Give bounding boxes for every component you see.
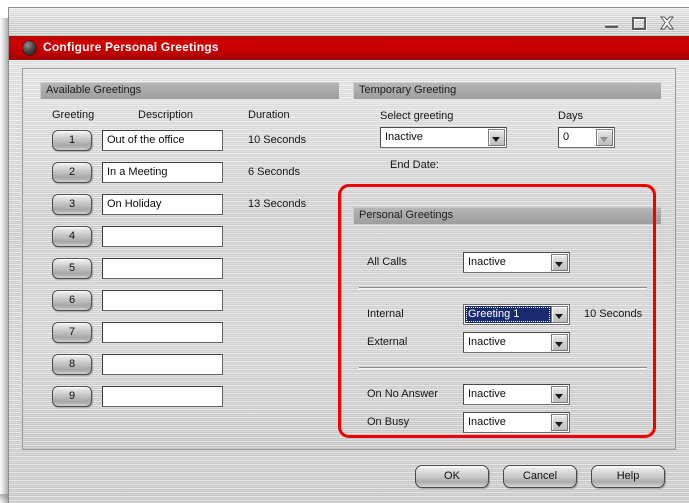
temporary-greeting-header: Temporary Greeting (353, 82, 661, 99)
all-calls-value: Inactive (468, 256, 506, 268)
chevron-down-icon[interactable] (488, 129, 505, 146)
greeting-description-input[interactable] (102, 290, 223, 311)
chevron-down-icon[interactable] (596, 129, 613, 146)
window-controls (604, 16, 675, 31)
greeting-number-button[interactable]: 2 (52, 162, 92, 183)
all-calls-combobox[interactable]: Inactive (463, 252, 570, 273)
ok-button[interactable]: OK (415, 465, 489, 488)
column-header-greeting: Greeting (52, 109, 95, 121)
close-icon[interactable] (659, 16, 675, 31)
greeting-number-button[interactable]: 5 (52, 258, 92, 279)
page-title: Configure Personal Greetings (43, 40, 219, 54)
days-combobox[interactable]: 0 (558, 127, 615, 148)
chevron-down-icon[interactable] (551, 334, 568, 351)
on-busy-value: Inactive (468, 416, 506, 428)
personal-greetings-title: Personal Greetings (359, 209, 454, 221)
available-greetings-header: Available Greetings (40, 82, 339, 99)
column-header-duration: Duration (248, 109, 290, 121)
greeting-number-button[interactable]: 8 (52, 354, 92, 375)
select-greeting-combobox[interactable]: Inactive (380, 127, 507, 148)
internal-combobox[interactable]: Greeting 1 (463, 304, 570, 325)
end-date-label: End Date: (390, 159, 439, 171)
external-value: Inactive (468, 336, 506, 348)
greeting-number-button[interactable]: 1 (52, 130, 92, 151)
content-panel: Available Greetings Greeting Description… (22, 68, 676, 450)
greeting-description-input[interactable]: Out of the office (102, 130, 223, 151)
personal-greetings-group: Personal Greetings All Calls Inactive In… (353, 207, 661, 437)
on-no-answer-combobox[interactable]: Inactive (463, 384, 570, 405)
maximize-icon[interactable] (632, 17, 646, 30)
internal-label: Internal (367, 308, 404, 320)
greeting-number-button[interactable]: 7 (52, 322, 92, 343)
temporary-greeting-title: Temporary Greeting (359, 84, 457, 96)
chevron-down-icon[interactable] (551, 414, 568, 431)
divider-1 (359, 287, 647, 288)
greeting-description-input[interactable] (102, 226, 223, 247)
help-button[interactable]: Help (591, 465, 665, 488)
greeting-number-button[interactable]: 3 (52, 194, 92, 215)
greeting-description-input[interactable] (102, 322, 223, 343)
dialog-window: Configure Personal Greetings Available G… (9, 8, 689, 503)
external-label: External (367, 336, 408, 348)
column-header-description: Description (138, 109, 194, 121)
greeting-description-input[interactable] (102, 386, 223, 407)
on-busy-label: On Busy (367, 416, 410, 428)
all-calls-label: All Calls (367, 256, 407, 268)
greeting-number-button[interactable]: 6 (52, 290, 92, 311)
greeting-number-button[interactable]: 4 (52, 226, 92, 247)
greeting-description-input[interactable]: In a Meeting (102, 162, 223, 183)
internal-value: Greeting 1 (465, 306, 551, 323)
select-greeting-value: Inactive (385, 131, 423, 143)
greeting-description-input[interactable] (102, 258, 223, 279)
greeting-description-input[interactable] (102, 354, 223, 375)
app-title-band: Configure Personal Greetings (9, 36, 689, 60)
on-no-answer-value: Inactive (468, 388, 506, 400)
days-value: 0 (563, 131, 570, 143)
select-greeting-label: Select greeting (380, 110, 454, 122)
personal-greetings-header: Personal Greetings (353, 207, 661, 224)
title-bar (9, 8, 689, 36)
client-area: Available Greetings Greeting Description… (9, 60, 689, 503)
chevron-down-icon[interactable] (551, 254, 568, 271)
available-greetings-title: Available Greetings (46, 84, 142, 96)
dot-icon (23, 41, 36, 55)
on-busy-combobox[interactable]: Inactive (463, 412, 570, 433)
days-label: Days (558, 110, 584, 122)
divider-2 (359, 367, 647, 368)
greeting-duration: 6 Seconds (248, 166, 300, 178)
temporary-greeting-group: Temporary Greeting Select greeting Inact… (353, 82, 661, 187)
greeting-number-button[interactable]: 9 (52, 386, 92, 407)
external-combobox[interactable]: Inactive (463, 332, 570, 353)
chevron-down-icon[interactable] (551, 306, 568, 323)
screenshot-root: Configure Personal Greetings Available G… (0, 0, 689, 503)
app-title-band-inner: Configure Personal Greetings (9, 36, 689, 60)
cancel-button[interactable]: Cancel (503, 465, 577, 488)
minimize-icon[interactable] (604, 16, 619, 31)
greeting-description-input[interactable]: On Holiday (102, 194, 223, 215)
available-greetings-group: Available Greetings Greeting Description… (40, 82, 339, 437)
on-no-answer-label: On No Answer (367, 388, 438, 400)
chevron-down-icon[interactable] (551, 386, 568, 403)
window-drop-shadow-left (0, 18, 9, 503)
greeting-duration: 13 Seconds (248, 198, 307, 210)
greeting-duration: 10 Seconds (248, 134, 307, 146)
internal-duration: 10 Seconds (584, 308, 643, 320)
